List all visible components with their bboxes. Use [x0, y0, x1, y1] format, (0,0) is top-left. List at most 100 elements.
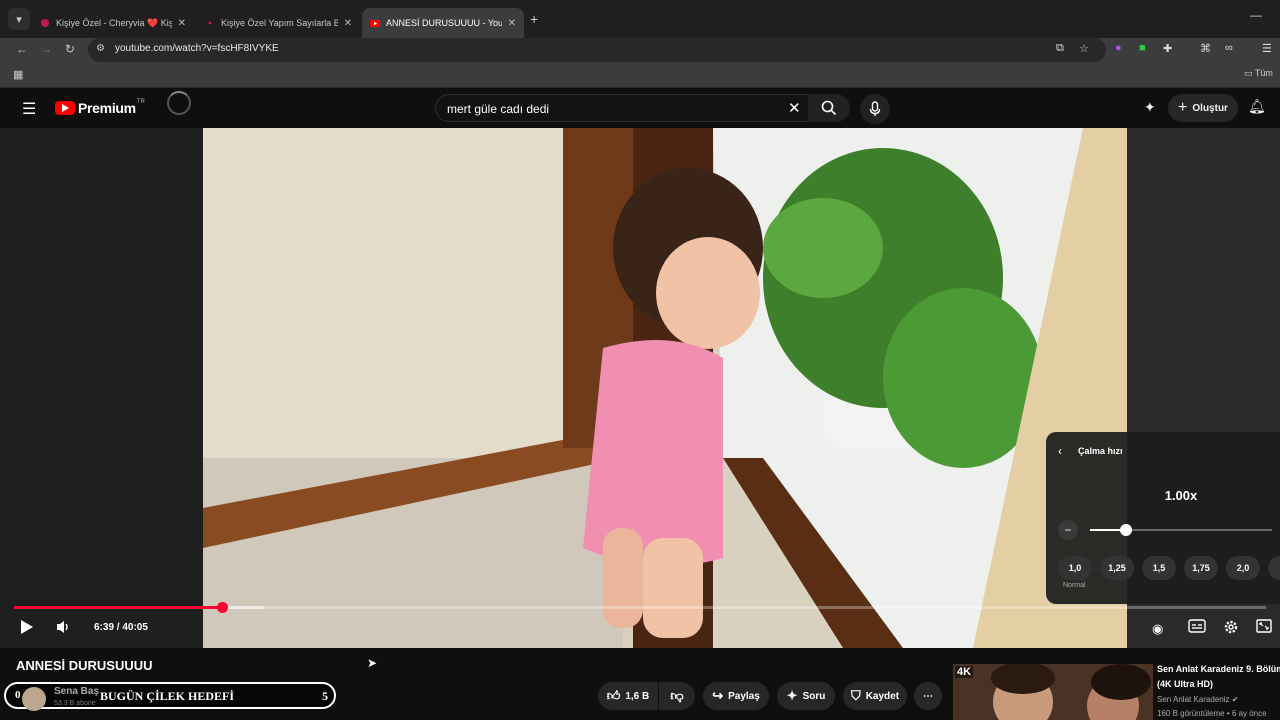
- back-icon[interactable]: ←: [16, 42, 28, 56]
- share-label: Paylaş: [728, 690, 760, 702]
- speed-preset-chip[interactable]: 1,75: [1184, 556, 1218, 580]
- close-tab-icon[interactable]: ✕: [508, 18, 516, 29]
- extension-purple-icon[interactable]: ●: [1115, 42, 1122, 54]
- notifications-bell-icon[interactable]: 🔔︎: [1248, 98, 1266, 115]
- ai-create-icon[interactable]: ✦: [1144, 99, 1156, 116]
- youtube-premium-logo[interactable]: Premium TR: [55, 99, 145, 116]
- minimize-window-icon[interactable]: —: [1250, 8, 1262, 22]
- logo-region: TR: [136, 99, 145, 105]
- youtube-favicon-icon: [370, 20, 380, 27]
- search-icon: [821, 100, 837, 116]
- cast-icon[interactable]: ⧉: [1056, 42, 1064, 55]
- verified-check-icon: ✔: [1231, 695, 1239, 704]
- logo-text: Premium: [78, 100, 136, 116]
- speed-slider[interactable]: [1090, 524, 1272, 536]
- bookmark-star-icon[interactable]: ☆: [1079, 42, 1089, 55]
- close-tab-icon[interactable]: ✕: [344, 18, 352, 29]
- browser-tab[interactable]: Kişiye Özel - Cheryvia ❤️ Kişiye ✕: [32, 8, 194, 38]
- thumbnail-image: [953, 664, 1153, 720]
- channel-name[interactable]: Sena Baş: [54, 686, 99, 697]
- save-label: Kaydet: [865, 690, 900, 702]
- speed-decrease-button[interactable]: −: [1058, 520, 1078, 540]
- ambient-left: [0, 128, 203, 648]
- overlay-left-count: 0: [15, 689, 21, 701]
- search-button[interactable]: [808, 94, 850, 122]
- speed-slider-handle[interactable]: [1120, 524, 1133, 536]
- all-bookmarks-folder[interactable]: ▭ Tüm: [1244, 68, 1273, 79]
- speed-panel-title: Çalma hızı: [1078, 446, 1123, 456]
- back-chevron-icon[interactable]: ‹: [1058, 444, 1062, 458]
- apps-grid-icon[interactable]: ▦: [13, 68, 23, 81]
- tab-search-button[interactable]: ▾: [8, 8, 30, 30]
- cheryvia-favicon-icon: [41, 19, 49, 27]
- address-toolbar: ← → ↻ ⚙ youtube.com/watch?v=fscHF8IVYKE …: [0, 38, 1280, 62]
- subscriber-count: 53,3 B abone: [54, 700, 96, 707]
- playback-speed-panel: ‹ Çalma hızı 1.00x − 1,0 1,25 1,5 1,75 2…: [1046, 432, 1280, 604]
- save-button[interactable]: ⛉ Kaydet: [843, 682, 907, 710]
- like-button[interactable]: 👍︎ 1,6 B: [598, 682, 658, 710]
- speed-preset-chip[interactable]: 1,25: [1100, 556, 1134, 580]
- share-button[interactable]: ↪ Paylaş: [703, 682, 769, 710]
- reload-icon[interactable]: ↻: [65, 42, 75, 56]
- translate-icon[interactable]: ⌘: [1200, 42, 1211, 55]
- volume-button[interactable]: [55, 619, 71, 638]
- thumbs-down-icon: 👎︎: [670, 688, 684, 703]
- microphone-icon: [869, 101, 881, 116]
- menu-hamburger-icon[interactable]: ☰: [22, 99, 36, 119]
- subtitles-button[interactable]: [1188, 619, 1206, 636]
- ask-button[interactable]: ✦ Soru: [777, 682, 835, 710]
- recommendation-title[interactable]: Sen Anlat Karadeniz 9. Bölüm: [1157, 664, 1280, 674]
- progress-bar[interactable]: [14, 602, 1266, 613]
- speed-preset-chip[interactable]: 1,5: [1142, 556, 1176, 580]
- paint-favicon-icon: [208, 21, 212, 25]
- video-frame[interactable]: [203, 128, 1127, 648]
- more-actions-button[interactable]: ⋯: [914, 682, 942, 710]
- voice-search-button[interactable]: [860, 94, 890, 124]
- recommendation-title-line2[interactable]: (4K Ultra HD): [1157, 679, 1213, 689]
- forward-icon[interactable]: →: [40, 42, 52, 56]
- video-info-area: ANNESİ DURUSUUUU ➤ Sena Baş 53,3 B abone…: [0, 648, 1280, 720]
- site-info-icon[interactable]: ⚙: [96, 43, 105, 54]
- sidebar-icon[interactable]: ☰: [1262, 42, 1272, 55]
- clear-search-icon[interactable]: ✕: [788, 99, 801, 117]
- quality-badge: 4K: [955, 666, 974, 678]
- browser-tab[interactable]: Kişiye Özel Yapım Sayılarla Boya ✕: [197, 8, 360, 38]
- speed-preset-chip[interactable]: 2,0: [1226, 556, 1260, 580]
- youtube-play-logo-icon: [55, 101, 75, 115]
- sparkle-icon: ✦: [786, 688, 798, 703]
- speed-normal-label: Normal: [1063, 582, 1086, 589]
- extension-green-icon[interactable]: ■: [1139, 42, 1146, 54]
- create-button[interactable]: + Oluştur: [1168, 94, 1238, 122]
- settings-button[interactable]: [1223, 619, 1239, 638]
- close-tab-icon[interactable]: ✕: [178, 18, 186, 29]
- subtitles-icon: [1188, 619, 1206, 633]
- browser-tab-strip: ▾ Kişiye Özel - Cheryvia ❤️ Kişiye ✕ Kiş…: [0, 0, 1280, 38]
- recommendation-meta: 160 B görüntüleme • 6 ay önce: [1157, 709, 1267, 718]
- mouse-cursor-icon: ➤: [367, 656, 378, 670]
- like-count: 1,6 B: [625, 690, 650, 702]
- plus-icon: +: [1178, 99, 1188, 116]
- scrubber-handle[interactable]: [216, 602, 228, 613]
- new-tab-icon[interactable]: +: [530, 11, 538, 27]
- autoplay-toggle-icon[interactable]: ◉: [1152, 621, 1163, 637]
- search-input[interactable]: [447, 102, 767, 116]
- dislike-button[interactable]: 👎︎: [659, 682, 695, 710]
- url-text[interactable]: youtube.com/watch?v=fscHF8IVYKE: [115, 43, 279, 54]
- speed-preset-chip[interactable]: 1,0: [1058, 556, 1092, 580]
- more-icon: ⋯: [923, 690, 933, 702]
- channel-avatar[interactable]: [22, 687, 46, 711]
- speed-preset-chip-partial[interactable]: [1268, 556, 1280, 580]
- recommendation-channel[interactable]: Sen Anlat Karadeniz ✔: [1157, 695, 1238, 704]
- ask-label: Soru: [802, 690, 826, 702]
- link-icon[interactable]: ∞: [1225, 42, 1233, 54]
- extensions-puzzle-icon[interactable]: ✚: [1163, 42, 1172, 55]
- recommendation-thumbnail[interactable]: [953, 664, 1153, 720]
- gear-icon: [1224, 620, 1238, 634]
- browser-tab-active[interactable]: ANNESİ DURUSUUUU - YouTube ✕: [362, 8, 524, 38]
- video-player[interactable]: 6:39 / 40:05 ◉ ‹ Çalma hızı 1.00x − 1,0 …: [0, 128, 1280, 648]
- miniplayer-button[interactable]: [1256, 619, 1272, 636]
- time-display: 6:39 / 40:05: [94, 622, 148, 633]
- overlay-goal-text: BUGÜN ÇİLEK HEDEFİ: [100, 689, 235, 703]
- thumbs-up-icon: 👍︎: [606, 688, 621, 703]
- play-button[interactable]: [20, 619, 34, 638]
